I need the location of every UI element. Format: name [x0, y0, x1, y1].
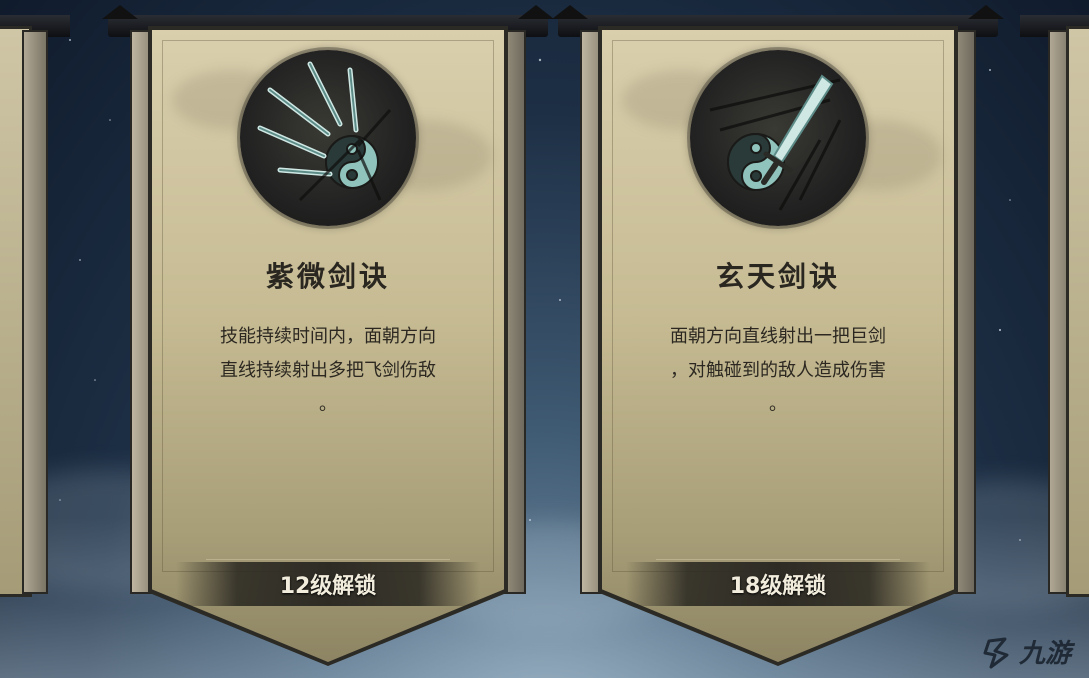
watermark: 九游: [981, 633, 1071, 670]
skill-name: 玄天剑诀: [715, 260, 840, 293]
giant-sword-icon: [690, 50, 866, 226]
jiuyou-logo-icon: [983, 637, 1009, 668]
skill-description: 技能持续时间内，面朝方向 直线持续射出多把飞剑伤敌 。: [182, 320, 474, 422]
skill-description-line: 。: [769, 394, 787, 415]
skill-description-line: 技能持续时间内，面朝方向: [220, 326, 436, 347]
partial-banner-left: [0, 0, 70, 600]
unlock-level-label: 18级解锁: [729, 574, 827, 599]
skill-description: 面朝方向直线射出一把巨剑 ，对触碰到的敌人造成伤害 。: [632, 320, 924, 422]
watermark-text: 九游: [1018, 639, 1071, 669]
skill-name: 紫微剑诀: [265, 260, 390, 293]
skill-description-line: 直线持续射出多把飞剑伤敌: [220, 360, 436, 381]
partial-banner-right: [1020, 0, 1089, 600]
unlock-level-label: 12级解锁: [279, 574, 377, 599]
skill-card-1[interactable]: 紫微剑诀 技能持续时间内，面朝方向 直线持续射出多把飞剑伤敌 。 12级解锁: [102, 0, 554, 678]
skill-card-2[interactable]: 玄天剑诀 面朝方向直线射出一把巨剑 ，对触碰到的敌人造成伤害 。 18级解锁: [552, 0, 1004, 678]
flying-swords-icon: [240, 50, 416, 226]
skill-description-line: 面朝方向直线射出一把巨剑: [670, 326, 886, 347]
skill-description-line: ，对触碰到的敌人造成伤害: [670, 360, 886, 381]
skill-description-line: 。: [319, 394, 337, 415]
